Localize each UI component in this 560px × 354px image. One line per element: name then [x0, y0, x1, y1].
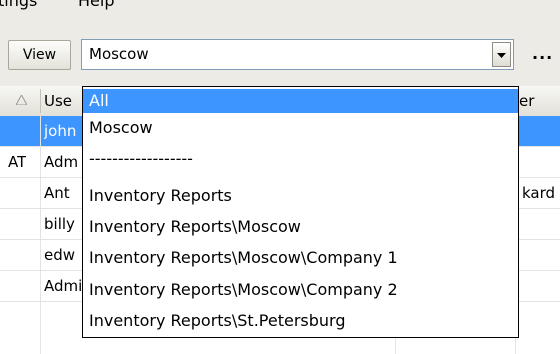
view-combobox[interactable]: Moscow [81, 39, 514, 70]
row-prefix: AT [8, 153, 27, 171]
row-user: Ant [44, 184, 70, 202]
menu-help[interactable]: Help [78, 0, 114, 10]
row-user: edw [44, 246, 76, 264]
chevron-down-icon [497, 53, 506, 58]
dropdown-option-inventory-stpetersburg[interactable]: Inventory Reports\St.Petersburg [83, 306, 518, 335]
row-user: john [44, 122, 77, 140]
column-divider [40, 116, 41, 354]
row-extra: kard [522, 184, 556, 202]
row-user: billy [44, 215, 75, 233]
combo-selected-value: Moscow [89, 45, 149, 63]
toolbar: View Moscow ... [0, 22, 560, 87]
menu-settings[interactable]: tings [0, 0, 37, 10]
dropdown-option-inventory-reports[interactable]: Inventory Reports [83, 181, 518, 210]
view-button[interactable]: View [8, 40, 71, 70]
more-button[interactable]: ... [526, 42, 560, 70]
dropdown-option-inventory-moscow[interactable]: Inventory Reports\Moscow [83, 212, 518, 241]
column-header-user[interactable]: Use [44, 86, 72, 116]
view-dropdown-list: All Moscow ------------------ Inventory … [82, 86, 519, 338]
combo-dropdown-button[interactable] [492, 42, 511, 67]
dropdown-option-inventory-moscow-company1[interactable]: Inventory Reports\Moscow\Company 1 [83, 243, 518, 272]
menu-bar: tings Help [0, 0, 560, 22]
dropdown-separator: ------------------ [89, 149, 193, 168]
header-separator [40, 89, 41, 113]
dropdown-option-all[interactable]: All [83, 89, 518, 113]
column-header-other[interactable]: er [519, 86, 534, 116]
dropdown-option-inventory-moscow-company2[interactable]: Inventory Reports\Moscow\Company 2 [83, 275, 518, 304]
sort-ascending-icon[interactable] [16, 95, 27, 105]
dropdown-option-moscow[interactable]: Moscow [83, 113, 518, 142]
row-user: Adm [44, 153, 79, 171]
